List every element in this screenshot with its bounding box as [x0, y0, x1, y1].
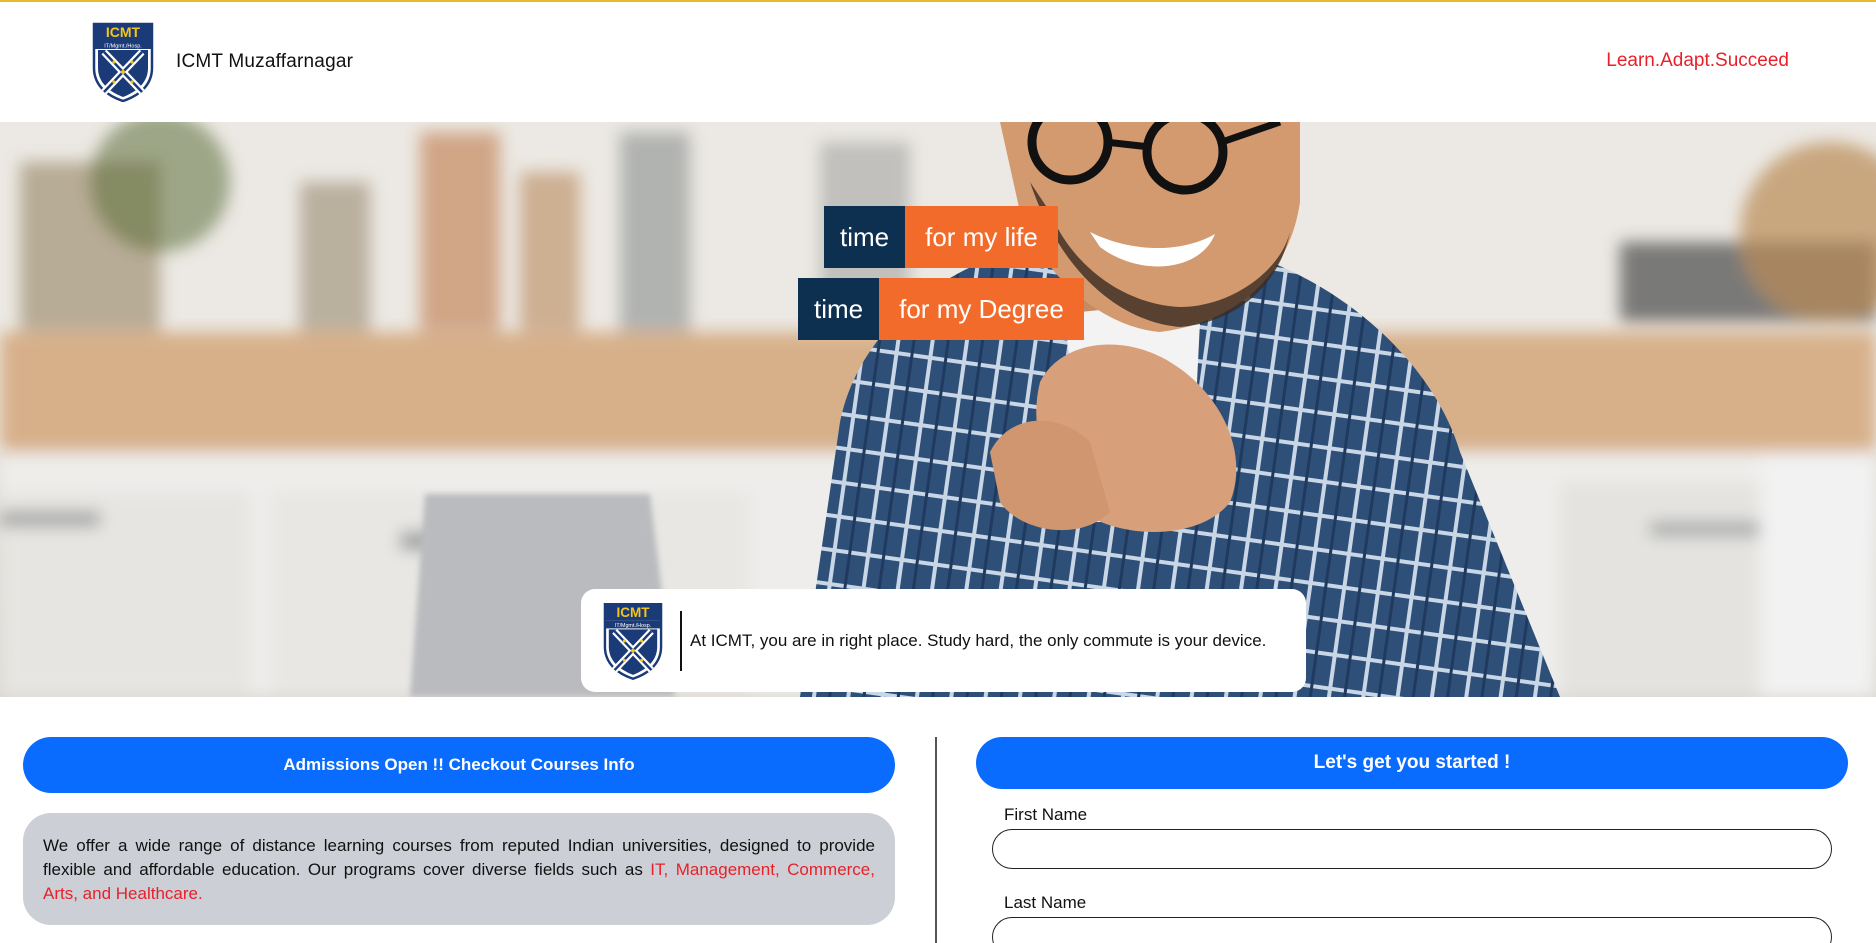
brand-name: ICMT Muzaffarnagar [176, 51, 354, 72]
card-text: At ICMT, you are in right place. Study h… [690, 630, 1267, 650]
icmt-shield-logo-icon: ICMT IT/Mgmt./Hosp. [92, 22, 154, 102]
badge-for-my-degree: for my Degree [879, 278, 1084, 340]
courses-description: We offer a wide range of distance learni… [23, 813, 895, 925]
last-name-input[interactable] [992, 917, 1832, 943]
courses-info-button[interactable]: Admissions Open !! Checkout Courses Info [23, 737, 895, 793]
column-divider [935, 737, 937, 943]
hero-badge-life: time for my life [824, 206, 1058, 268]
logo-text: ICMT [106, 24, 141, 40]
badge-time: time [824, 206, 906, 268]
icmt-shield-logo-icon: ICMT IT/Mgmt./Hosp. [603, 602, 663, 680]
brand[interactable]: ICMT IT/Mgmt./Hosp. ICMT Muzaffarnagar [92, 22, 353, 102]
get-started-button[interactable]: Let's get you started ! [976, 737, 1848, 789]
last-name-label: Last Name [1004, 893, 1087, 912]
first-name-label: First Name [1004, 805, 1088, 824]
logo-subtext: IT/Mgmt./Hosp. [615, 622, 651, 628]
first-name-input[interactable] [992, 829, 1832, 869]
logo-subtext: IT/Mgmt./Hosp. [104, 44, 142, 50]
badge-for-my-life: for my life [905, 206, 1058, 268]
hero-info-card: ICMT IT/Mgmt./Hosp. At ICMT, you are in … [581, 589, 1306, 692]
hero-badge-degree: time for my Degree [798, 278, 1084, 340]
site-header: ICMT IT/Mgmt./Hosp. ICMT Muzaffarnagar L… [0, 2, 1876, 122]
card-divider [680, 610, 682, 671]
tagline: Learn.Adapt.Succeed [1606, 50, 1789, 71]
logo-text: ICMT [616, 604, 650, 619]
badge-time: time [798, 278, 880, 340]
hero-banner: time for my life time for my Degree ICMT… [0, 122, 1876, 697]
